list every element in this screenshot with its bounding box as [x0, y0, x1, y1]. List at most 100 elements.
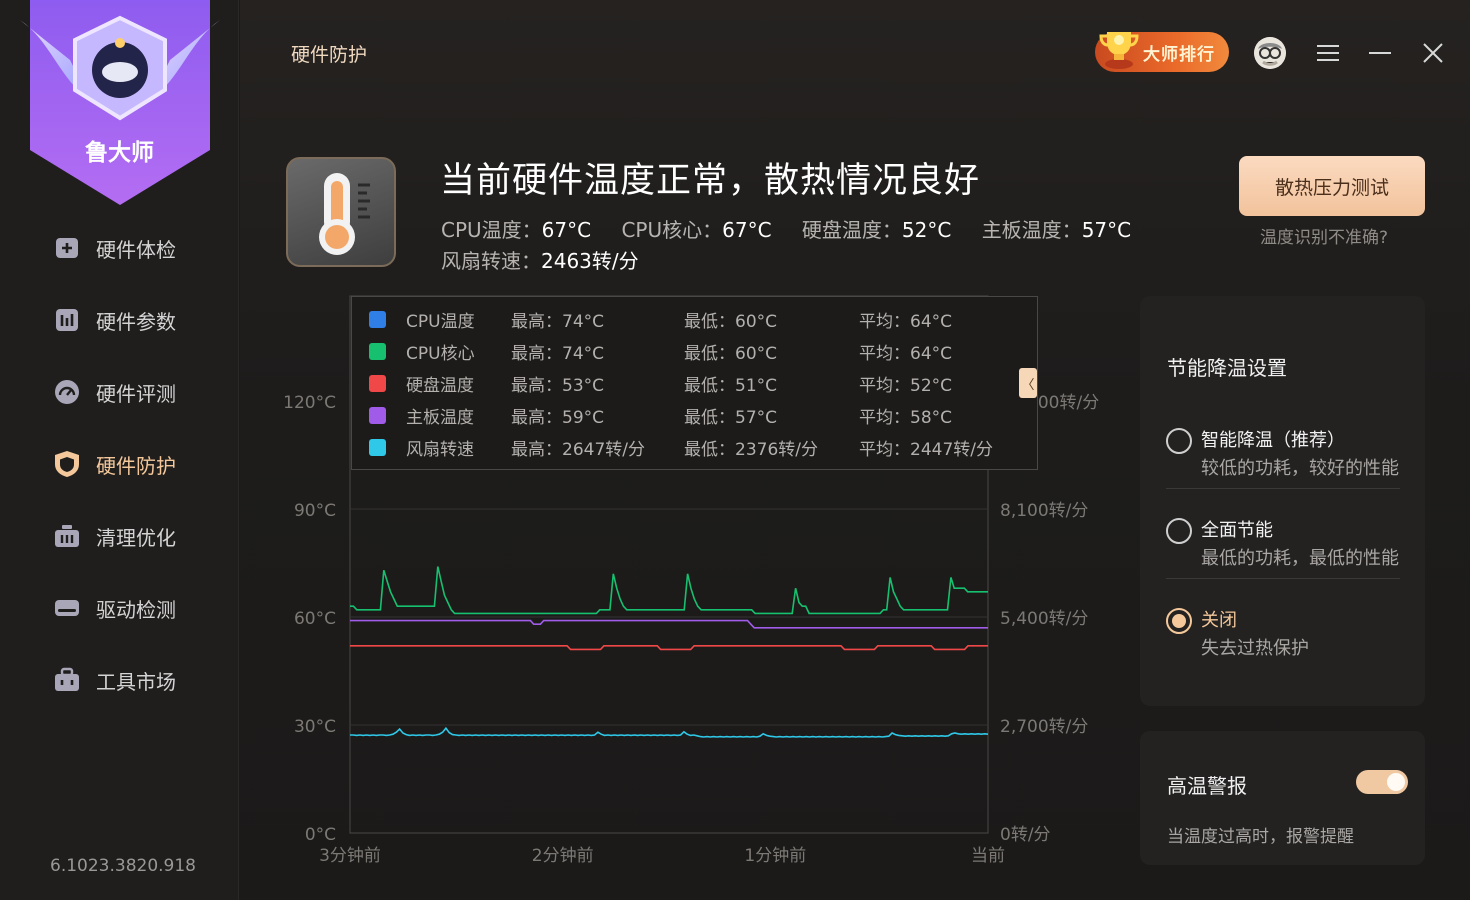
alarm-title: 高温警报 [1167, 774, 1247, 798]
legend-row-board-temp: 主板温度 最高：59°C 最低：57°C 平均：58°C [352, 399, 1037, 431]
menu-button[interactable] [1313, 38, 1343, 68]
radio-full-saving[interactable] [1166, 518, 1192, 544]
metric-cpu-core: CPU核心：67°C [621, 218, 771, 242]
metric-label: 风扇转速： [441, 249, 541, 273]
legend-collapse-button[interactable]: 〈 [1019, 368, 1037, 398]
stress-test-button[interactable]: 散热压力测试 [1239, 156, 1425, 216]
divider [1166, 578, 1400, 579]
alarm-desc: 当温度过高时，报警提醒 [1167, 827, 1354, 847]
legend-min: 最低：60°C [684, 311, 778, 332]
x-tick-label: 1分钟前 [744, 846, 806, 866]
legend-series-name: 主板温度 [406, 407, 474, 428]
legend-series-name: 硬盘温度 [406, 375, 474, 396]
option-full-saving[interactable]: 全面节能 最低的功耗，最低的性能 [1166, 516, 1400, 569]
app-logo-badge [20, 0, 220, 205]
legend-min: 最低：57°C [684, 407, 778, 428]
y-right-tick-label: 0转/分 [1000, 825, 1051, 845]
y-left-tick-label: 30°C [294, 717, 336, 737]
sidebar-item-benchmark[interactable]: 硬件评测 [0, 356, 239, 428]
y-right-tick-label: 2,700转/分 [1000, 717, 1088, 737]
close-icon [1423, 43, 1443, 63]
metric-label: CPU核心： [621, 218, 723, 242]
sidebar-item-hardware-protect[interactable]: 硬件防护 [0, 428, 239, 500]
series-line-fan-speed [350, 726, 989, 738]
rank-button-label: 大师排行 [1143, 44, 1215, 65]
legend-min: 最低：2376转/分 [684, 439, 818, 460]
metric-value: 67°C [541, 218, 592, 242]
metric-board-temp: 主板温度：57°C [982, 218, 1131, 242]
drive-icon [52, 593, 82, 623]
sidebar-item-hardware-params[interactable]: 硬件参数 [0, 284, 239, 356]
x-tick-label: 2分钟前 [532, 846, 594, 866]
legend-min: 最低：60°C [684, 343, 778, 364]
sidebar-item-label: 硬件防护 [96, 453, 176, 478]
legend-max: 最高：2647转/分 [511, 439, 645, 460]
metric-disk-temp: 硬盘温度：52°C [802, 218, 951, 242]
temperature-metrics: CPU温度：67°C CPU核心：67°C 硬盘温度：52°C 主板温度：57°… [441, 215, 1201, 277]
series-line-board-temp [350, 619, 988, 629]
speedometer-icon [52, 377, 82, 407]
legend-swatch [369, 342, 386, 360]
y-left-tick-label: 120°C [283, 393, 336, 413]
chart-legend: CPU温度 最高：74°C 最低：60°C 平均：64°C CPU核心 最高：7… [351, 296, 1038, 470]
legend-row-fan-speed: 风扇转速 最高：2647转/分 最低：2376转/分 平均：2447转/分 [352, 431, 1037, 463]
option-smart-cooling[interactable]: 智能降温（推荐） 较低的功耗，较好的性能 [1166, 426, 1400, 479]
minimize-button[interactable] [1365, 38, 1395, 68]
close-button[interactable] [1418, 38, 1448, 68]
alarm-toggle[interactable] [1356, 770, 1408, 794]
legend-max: 最高：74°C [511, 311, 605, 332]
thermometer-card [286, 157, 396, 267]
series-line-disk-temp [350, 645, 988, 651]
sidebar-item-driver[interactable]: 驱动检测 [0, 572, 239, 644]
sidebar-item-label: 清理优化 [96, 525, 176, 550]
metric-cpu-temp: CPU温度：67°C [441, 218, 591, 242]
option-title: 全面节能 [1201, 520, 1273, 541]
sidebar-item-label: 工具市场 [96, 669, 176, 694]
option-desc: 最低的功耗，最低的性能 [1201, 548, 1399, 569]
sidebar-item-hardware-check[interactable]: 硬件体检 [0, 212, 239, 284]
legend-row-disk-temp: 硬盘温度 最高：53°C 最低：51°C 平均：52°C [352, 367, 1037, 399]
option-desc: 失去过热保护 [1201, 638, 1309, 659]
series-line-cpu-core [350, 566, 988, 615]
y-left-tick-label: 90°C [294, 501, 336, 521]
x-tick-label: 3分钟前 [319, 846, 381, 866]
temp-inaccurate-link[interactable]: 温度识别不准确? [1260, 223, 1388, 248]
y-left-tick-label: 0°C [305, 825, 336, 845]
metric-label: CPU温度： [441, 218, 542, 242]
power-settings-panel: 节能降温设置 智能降温（推荐） 较低的功耗，较好的性能 全面节能 最低的功耗，最… [1140, 296, 1425, 706]
high-temp-alarm-panel: 高温警报 当温度过高时，报警提醒 [1140, 731, 1425, 865]
thermometer-icon [319, 173, 370, 255]
radio-off[interactable] [1166, 608, 1192, 634]
legend-row-cpu-temp: CPU温度 最高：74°C 最低：60°C 平均：64°C [352, 303, 1037, 335]
toolbox-icon [52, 665, 82, 695]
status-headline: 当前硬件温度正常，散热情况良好 [440, 161, 981, 201]
sidebar-item-label: 硬件评测 [96, 381, 176, 406]
trash-icon [52, 521, 82, 551]
metric-value: 52°C [901, 218, 952, 242]
sidebar-item-tool-market[interactable]: 工具市场 [0, 644, 239, 716]
legend-series-name: CPU核心 [406, 343, 475, 364]
page-title: 硬件防护 [291, 44, 368, 66]
bar-chart-icon [52, 305, 82, 335]
sidebar-item-cleanup[interactable]: 清理优化 [0, 500, 239, 572]
divider [1166, 488, 1400, 489]
shield-icon [52, 449, 82, 479]
legend-series-name: CPU温度 [406, 311, 475, 332]
app-name: 鲁大师 [85, 140, 154, 166]
main-panel: 硬件防护 大师排行 当前硬件温度正常，散热情况良好 CPU温度：67°C CPU… [240, 0, 1470, 900]
avatar[interactable] [1254, 37, 1286, 69]
legend-swatch [369, 310, 386, 328]
rank-button[interactable]: 大师排行 [1095, 32, 1229, 72]
option-off[interactable]: 关闭 失去过热保护 [1166, 606, 1400, 659]
sidebar-nav: 硬件体检 硬件参数 硬件评测 硬件防护 清理优化 驱动检测 工具市场 [0, 212, 239, 716]
radio-smart-cooling[interactable] [1166, 428, 1192, 454]
legend-max: 最高：74°C [511, 343, 605, 364]
legend-swatch [369, 438, 386, 456]
power-panel-title: 节能降温设置 [1167, 356, 1287, 380]
metric-value: 57°C [1081, 218, 1132, 242]
legend-series-name: 风扇转速 [406, 439, 474, 460]
option-desc: 较低的功耗，较好的性能 [1201, 458, 1399, 479]
legend-avg: 平均：58°C [859, 407, 953, 428]
sidebar: 鲁大师 硬件体检 硬件参数 硬件评测 硬件防护 清理优化 驱动检测 工具市场 6… [0, 0, 239, 900]
y-right-tick-label: 5,400转/分 [1000, 609, 1088, 629]
